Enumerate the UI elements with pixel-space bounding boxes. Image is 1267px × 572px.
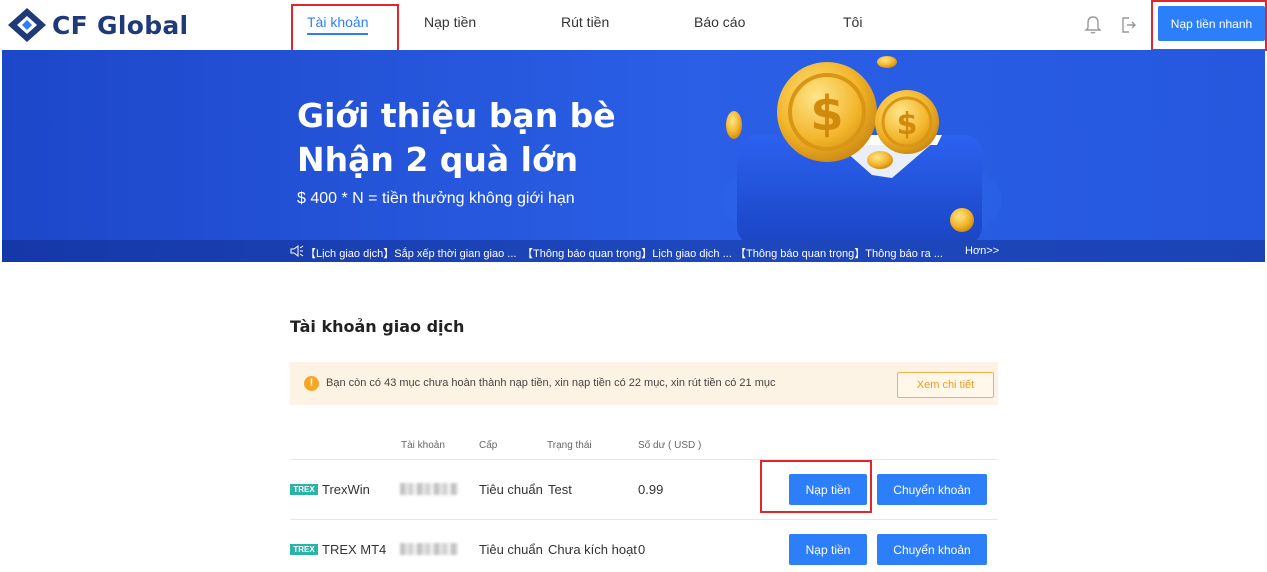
- banner-title: Giới thiệu bạn bè Nhận 2 quà lớn: [297, 94, 616, 182]
- brand-logo[interactable]: CF Global: [6, 6, 188, 44]
- account-level: Tiêu chuẩn: [479, 482, 543, 497]
- account-status: Chưa kích hoạt: [548, 542, 637, 557]
- account-level: Tiêu chuẩn: [479, 542, 543, 557]
- logout-icon[interactable]: [1120, 15, 1138, 35]
- ticker-more-link[interactable]: Hơn>>: [965, 245, 999, 257]
- brand-name: CF Global: [52, 10, 189, 40]
- pending-notice: ! Bạn còn có 43 mục chưa hoàn thành nạp …: [290, 362, 998, 405]
- row-divider: [290, 519, 998, 520]
- speaker-icon: [290, 245, 304, 257]
- view-details-button[interactable]: Xem chi tiết: [897, 372, 994, 398]
- transfer-button[interactable]: Chuyển khoản: [877, 474, 987, 505]
- bell-icon[interactable]: [1084, 15, 1102, 35]
- banner-subtitle: $ 400 * N = tiền thưởng không giới hạn: [297, 190, 575, 207]
- banner-title-line1: Giới thiệu bạn bè: [297, 96, 616, 135]
- coins-wallet-illustration: $ $: [722, 56, 1002, 240]
- announcement-ticker: 【Lịch giao dịch】Sắp xếp thời gian giao .…: [2, 240, 1265, 262]
- svg-text:$: $: [897, 107, 918, 142]
- warning-icon: !: [304, 376, 319, 391]
- account-number-redacted: [400, 543, 458, 555]
- trex-tag: TREX: [290, 484, 318, 495]
- notice-text: Bạn còn có 43 mục chưa hoàn thành nạp ti…: [326, 377, 776, 389]
- account-name: TrexWin: [322, 482, 370, 497]
- nav-tab-me[interactable]: Tôi: [843, 14, 862, 30]
- account-balance: 0.99: [638, 482, 664, 497]
- account-balance: 0: [638, 542, 646, 557]
- header-level: Cấp: [479, 440, 498, 451]
- nav-tab-reports[interactable]: Báo cáo: [694, 14, 745, 30]
- quick-deposit-button[interactable]: Nạp tiền nhanh: [1158, 6, 1265, 41]
- account-status: Test: [548, 482, 572, 497]
- trex-tag: TREX: [290, 544, 318, 555]
- ticker-item-schedule[interactable]: 【Lịch giao dịch】Sắp xếp thời gian giao .…: [305, 245, 516, 261]
- top-navigation: CF Global Tài khoản Nạp tiền Rút tiền Bá…: [0, 0, 1267, 50]
- header-status: Trạng thái: [547, 440, 592, 451]
- ticker-item-notice-1[interactable]: 【Thông báo quan trọng】Lịch giao dịch ...: [522, 245, 732, 261]
- promo-banner[interactable]: $ $ Giới thiệu bạn bè Nhận 2 quà lớn $ 4…: [2, 50, 1265, 262]
- account-name: TREX MT4: [322, 542, 387, 557]
- account-number-redacted: [400, 483, 458, 495]
- header-account: Tài khoản: [401, 440, 445, 451]
- nav-tab-account[interactable]: Tài khoản: [307, 14, 369, 35]
- section-title: Tài khoản giao dịch: [290, 317, 465, 336]
- header-balance: Số dư ( USD ): [638, 440, 702, 451]
- banner-title-line2: Nhận 2 quà lớn: [297, 140, 579, 179]
- deposit-button[interactable]: Nạp tiền: [789, 474, 867, 505]
- cf-logo-icon: [8, 8, 46, 42]
- ticker-item-notice-2[interactable]: 【Thông báo quan trọng】Thông báo ra ...: [735, 245, 943, 261]
- row-divider: [290, 459, 998, 460]
- svg-text:$: $: [810, 86, 843, 142]
- deposit-button[interactable]: Nạp tiền: [789, 534, 867, 565]
- nav-tab-deposit[interactable]: Nạp tiền: [424, 14, 476, 30]
- transfer-button[interactable]: Chuyển khoản: [877, 534, 987, 565]
- nav-tab-withdraw[interactable]: Rút tiền: [561, 14, 609, 30]
